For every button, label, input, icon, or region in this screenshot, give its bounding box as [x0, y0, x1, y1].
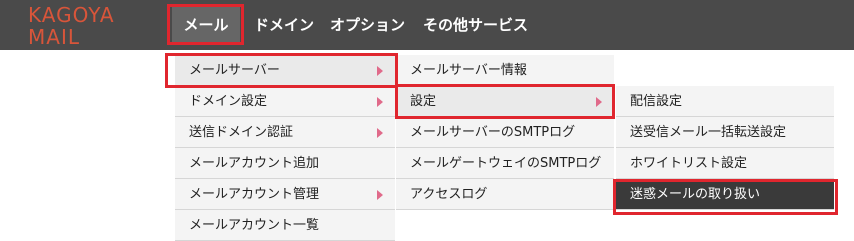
nav-other-services[interactable]: その他サービス	[423, 0, 528, 50]
menu-item-label: メールサーバーのSMTPログ	[410, 125, 576, 140]
menu-item-access-log[interactable]: アクセスログ	[396, 179, 614, 210]
menu-item-label: 配信設定	[630, 94, 683, 109]
submenu-arrow-icon	[377, 190, 383, 200]
menu-item-manage-mail-account[interactable]: メールアカウント管理	[175, 179, 395, 210]
menu-item-spam-handling[interactable]: 迷惑メールの取り扱い	[616, 179, 834, 210]
menu-item-label: 送受信メール一括転送設定	[630, 125, 787, 140]
menu-item-label: 設定	[410, 94, 437, 109]
settings-submenu: 配信設定 送受信メール一括転送設定 ホワイトリスト設定 迷惑メールの取り扱い	[616, 86, 834, 214]
menu-item-domain-settings[interactable]: ドメイン設定	[175, 86, 395, 117]
menu-item-label: アクセスログ	[410, 187, 488, 202]
menu-item-label: メールアカウント一覧	[189, 218, 320, 233]
menu-item-label: 送信ドメイン認証	[189, 125, 294, 140]
menu-item-label: ホワイトリスト設定	[630, 156, 748, 171]
menu-item-delivery-settings[interactable]: 配信設定	[616, 86, 834, 117]
top-navigation-bar: KAGOYA MAIL メール ドメイン オプション その他サービス	[0, 0, 854, 50]
menu-item-add-mail-account[interactable]: メールアカウント追加	[175, 148, 395, 179]
mail-server-submenu: メールサーバー情報 設定 メールサーバーのSMTPログ メールゲートウェイのSM…	[396, 55, 614, 213]
kagoya-mail-logo[interactable]: KAGOYA MAIL	[28, 4, 148, 48]
menu-item-whitelist-settings[interactable]: ホワイトリスト設定	[616, 148, 834, 179]
nav-mail[interactable]: メール	[172, 6, 240, 44]
menu-item-label: メールゲートウェイのSMTPログ	[410, 156, 602, 171]
menu-item-sender-domain-auth[interactable]: 送信ドメイン認証	[175, 117, 395, 148]
logo-line-2: MAIL	[28, 25, 80, 49]
submenu-arrow-icon	[377, 97, 383, 107]
menu-item-label: ドメイン設定	[189, 94, 268, 109]
menu-item-label: メールアカウント追加	[189, 156, 320, 171]
menu-item-mail-server-smtp-log[interactable]: メールサーバーのSMTPログ	[396, 117, 614, 148]
menu-item-label: メールサーバー	[189, 63, 280, 78]
menu-item-label: メールサーバー情報	[410, 63, 527, 78]
submenu-arrow-icon	[596, 97, 602, 107]
menu-item-mail-gateway-smtp-log[interactable]: メールゲートウェイのSMTPログ	[396, 148, 614, 179]
submenu-arrow-icon	[377, 66, 383, 76]
menu-item-settings[interactable]: 設定	[396, 86, 614, 117]
menu-item-mail-account-list[interactable]: メールアカウント一覧	[175, 210, 395, 241]
nav-option[interactable]: オプション	[330, 0, 405, 50]
submenu-arrow-icon	[377, 128, 383, 138]
nav-domain[interactable]: ドメイン	[254, 0, 314, 50]
mail-dropdown-menu: メールサーバー ドメイン設定 送信ドメイン認証 メールアカウント追加 メールアカ…	[175, 55, 395, 241]
menu-item-bulk-forward-settings[interactable]: 送受信メール一括転送設定	[616, 117, 834, 148]
logo-line-1: KAGOYA	[28, 3, 115, 27]
menu-item-mail-server[interactable]: メールサーバー	[175, 55, 395, 86]
menu-item-label: 迷惑メールの取り扱い	[630, 187, 761, 202]
menu-item-label: メールアカウント管理	[189, 187, 320, 202]
menu-item-mail-server-info[interactable]: メールサーバー情報	[396, 55, 614, 86]
